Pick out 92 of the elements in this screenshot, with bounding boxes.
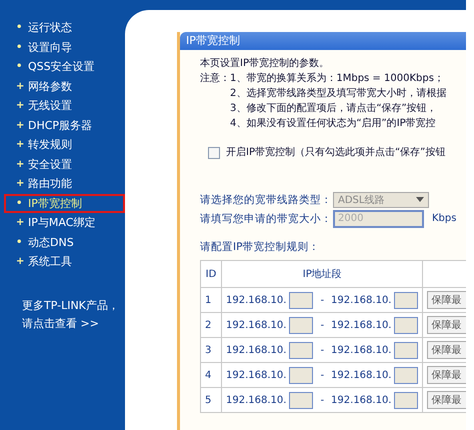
bullet: + xyxy=(16,80,26,92)
bullet: + xyxy=(16,139,26,150)
ip-octet-field[interactable] xyxy=(394,366,418,384)
sidebar-item[interactable]: + 无线设置 xyxy=(4,96,125,116)
caret-icon xyxy=(416,197,424,202)
sidebar-item[interactable]: + 网络参数 xyxy=(4,76,125,96)
ip-octet-field[interactable] xyxy=(394,292,418,308)
sidebar-item[interactable]: • IP带宽控制 xyxy=(4,194,125,213)
mode-dropdown[interactable]: 保障最 xyxy=(427,291,466,309)
ip-prefix: 192.168.10. xyxy=(226,294,286,306)
ip-octet-field[interactable] xyxy=(394,316,418,334)
bullet: • xyxy=(16,22,24,34)
sidebar-item-label: 运行状态 xyxy=(28,20,72,36)
ip-prefix: 192.168.10. xyxy=(226,370,286,380)
ip-prefix: 192.168.10. xyxy=(226,394,286,406)
bullet: + xyxy=(16,120,26,131)
bullet: + xyxy=(16,100,26,112)
ip-octet-field[interactable] xyxy=(289,292,314,308)
ip-prefix: 192.168.10. xyxy=(331,370,392,380)
sidebar-item[interactable]: + DHCP服务器 xyxy=(4,116,125,135)
ip-prefix: 192.168.10. xyxy=(331,344,392,356)
ip-prefix: 192.168.10. xyxy=(226,320,286,330)
checkbox-label: 开启IP带宽控制（只有勾选此项并点击“保存”按钮 xyxy=(226,146,446,160)
ip-prefix: 192.168.10. xyxy=(331,294,392,306)
bullet: + xyxy=(16,217,26,228)
table-cell: 1 xyxy=(200,288,222,312)
bullet: • xyxy=(16,61,24,72)
sidebar-item[interactable]: • QSS安全设置 xyxy=(4,57,125,76)
note-text: 2、选择宽带线路类型及填写带宽大小时，请根据 xyxy=(230,86,446,101)
ip-octet-field[interactable] xyxy=(289,366,314,384)
panel-title: IP带宽控制 xyxy=(180,32,466,50)
bullet: • xyxy=(16,198,24,209)
mode-dropdown[interactable]: 保障最 xyxy=(427,341,466,359)
sidebar-item-label: DHCP服务器 xyxy=(28,118,92,133)
sidebar-item-label: 安全设置 xyxy=(28,156,72,172)
enable-checkbox[interactable] xyxy=(208,146,220,158)
range-dash: - xyxy=(320,394,324,406)
intro-text: 本页设置IP带宽控制的参数。 xyxy=(200,56,330,71)
table-header: ID xyxy=(200,260,222,288)
note-text: 3、修改下面的配置项后，请点击“保存”按钮， xyxy=(230,102,438,116)
ip-octet-field[interactable] xyxy=(289,342,314,358)
sidebar-item-label: 设置向导 xyxy=(28,40,72,55)
ip-octet-field[interactable] xyxy=(289,392,314,408)
ip-octet-field[interactable] xyxy=(394,342,418,358)
table-header: IP地址段 xyxy=(222,260,423,288)
sidebar-item[interactable]: + 系统工具 xyxy=(4,252,125,272)
sidebar-item[interactable]: • 动态DNS xyxy=(4,232,125,252)
sidebar-item-label: 网络参数 xyxy=(28,78,72,94)
sidebar-item[interactable]: + 安全设置 xyxy=(4,154,125,174)
table-cell: 3 xyxy=(200,338,222,362)
range-dash: - xyxy=(320,294,324,306)
sidebar-item-label: 路由功能 xyxy=(28,176,72,192)
more-products-link[interactable]: 请点击查看 >> xyxy=(22,316,125,330)
rules-label: 请配置IP带宽控制规则： xyxy=(200,240,320,254)
sidebar-item[interactable]: + 转发规则 xyxy=(4,135,125,154)
bullet: • xyxy=(16,236,24,248)
note-text: 4、如果没有设置任何状态为“启用”的IP带宽控 xyxy=(230,116,437,131)
sidebar-item-label: 动态DNS xyxy=(28,234,74,250)
bullet: • xyxy=(16,42,24,53)
sidebar-item[interactable]: • 设置向导 xyxy=(4,38,125,57)
bullet: + xyxy=(16,256,26,268)
sidebar-item[interactable]: + IP与MAC绑定 xyxy=(4,213,125,232)
range-dash: - xyxy=(320,320,324,330)
field-label: 请选择您的宽带线路类型： xyxy=(200,192,333,206)
mode-dropdown[interactable]: 保障最 xyxy=(427,316,466,334)
ip-octet-field[interactable] xyxy=(394,392,418,408)
ip-prefix: 192.168.10. xyxy=(226,344,286,356)
sidebar-item-label: 系统工具 xyxy=(28,254,72,270)
table-cell: 4 xyxy=(200,362,222,388)
bullet: + xyxy=(16,158,26,170)
sidebar-item-label: 无线设置 xyxy=(28,98,72,114)
range-dash: - xyxy=(320,370,324,380)
note-label: 注意： xyxy=(200,72,230,86)
table-cell: 2 xyxy=(200,312,222,338)
sidebar-item-label: 转发规则 xyxy=(28,137,72,152)
ip-prefix: 192.168.10. xyxy=(331,320,392,330)
field-label: 请填写您申请的带宽大小： xyxy=(200,212,333,226)
mode-dropdown[interactable]: 保障最 xyxy=(427,366,466,384)
sidebar-item[interactable]: + 路由功能 xyxy=(4,174,125,194)
note-text: 1、带宽的换算关系为：1Mbps = 1000Kbps； xyxy=(230,72,445,86)
ip-prefix: 192.168.10. xyxy=(331,394,392,406)
sidebar-item-label: IP带宽控制 xyxy=(28,196,82,211)
unit-label: Kbps xyxy=(432,213,456,224)
sidebar-item[interactable]: • 运行状态 xyxy=(4,18,125,38)
table-cell: 5 xyxy=(200,388,222,412)
ip-octet-field[interactable] xyxy=(289,316,314,334)
sidebar-item-label: IP与MAC绑定 xyxy=(28,215,96,230)
bullet: + xyxy=(16,178,26,190)
more-products-link[interactable]: 更多TP-LINK产品， xyxy=(22,298,125,312)
range-dash: - xyxy=(320,344,324,356)
sidebar-item-label: QSS安全设置 xyxy=(28,59,95,74)
mode-dropdown[interactable]: 保障最 xyxy=(427,391,466,409)
